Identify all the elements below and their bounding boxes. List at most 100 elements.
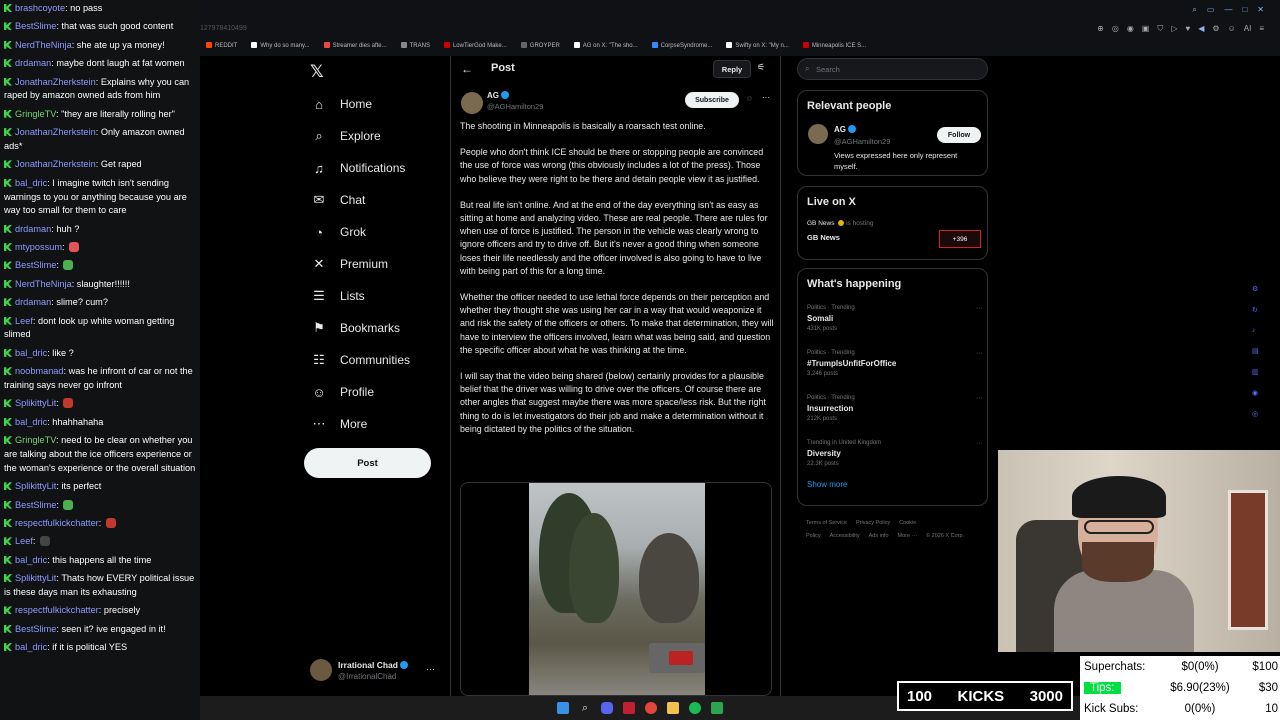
chat-username[interactable]: JonathanZherkstein: [15, 77, 96, 87]
more-options-icon[interactable]: ···: [976, 395, 983, 402]
bookmark-item[interactable]: GROYPER: [520, 41, 560, 49]
chat-username[interactable]: JonathanZherkstein: [15, 127, 96, 137]
search-icon[interactable]: ⌕: [579, 702, 591, 714]
bookmark-item[interactable]: Why do so many...: [251, 41, 310, 49]
video-thumbnail[interactable]: [529, 483, 705, 695]
author-handle[interactable]: @AGHamilton29: [487, 102, 543, 111]
back-arrow-icon[interactable]: ←: [461, 62, 473, 76]
nav-item-notifications[interactable]: ♫ Notifications: [310, 158, 405, 178]
bell-icon[interactable]: ♪: [1252, 327, 1266, 334]
trend-item[interactable]: Politics · Trending Somali 431K posts ···: [807, 305, 983, 332]
sound-icon[interactable]: ◀: [1198, 24, 1204, 34]
bookmark-item[interactable]: REDDIT: [206, 41, 237, 49]
start-icon[interactable]: [557, 702, 569, 714]
profile-icon[interactable]: ☺: [1228, 24, 1236, 34]
account-switcher[interactable]: Irrational Chad @IrrationalChad ···: [310, 656, 445, 686]
shield-icon[interactable]: ⛉: [1157, 24, 1163, 34]
chat-username[interactable]: NerdTheNinja: [15, 279, 72, 289]
chat-icon[interactable]: ▤: [1252, 347, 1266, 355]
live-stream-title[interactable]: GB News: [807, 233, 840, 242]
more-options-icon[interactable]: ···: [976, 350, 983, 357]
chat-username[interactable]: SplikittyLit: [15, 398, 56, 408]
nav-item-lists[interactable]: ☰ Lists: [310, 286, 365, 306]
folder-icon[interactable]: [667, 702, 679, 714]
chat-username[interactable]: brashcoyote: [15, 3, 65, 13]
chat-username[interactable]: drdaman: [15, 224, 51, 234]
more-options-icon[interactable]: ···: [426, 664, 435, 674]
chat-username[interactable]: bal_dric: [15, 417, 47, 427]
post-button[interactable]: Post: [304, 448, 431, 478]
host-name[interactable]: GB News: [807, 220, 834, 227]
author-avatar[interactable]: [461, 92, 483, 114]
play-icon[interactable]: ▷: [1171, 24, 1177, 34]
refresh-icon[interactable]: ↻: [1252, 306, 1266, 314]
chat-username[interactable]: BestSlime: [15, 624, 56, 634]
spotify-icon[interactable]: [689, 702, 701, 714]
trend-item[interactable]: Trending in United Kingdom Diversity 22.3K…: [807, 440, 983, 467]
eye-icon[interactable]: ◉: [1127, 24, 1134, 34]
ai-button[interactable]: AI: [1244, 24, 1252, 34]
messenger-icon[interactable]: ◉: [1252, 389, 1266, 397]
footer-link[interactable]: Ads info: [869, 533, 889, 539]
footer-link[interactable]: Terms of Service: [806, 520, 847, 526]
tab-icon[interactable]: ▣: [1142, 24, 1150, 34]
nav-item-bookmarks[interactable]: ⚑ Bookmarks: [310, 318, 400, 338]
heart-icon[interactable]: ♥: [1186, 24, 1191, 34]
bookmark-item[interactable]: LowTierGod Make...: [443, 41, 507, 49]
menu-icon[interactable]: ≡: [1259, 24, 1264, 34]
follow-button[interactable]: Follow: [937, 127, 981, 143]
chat-username[interactable]: respectfulkickchatter: [15, 605, 99, 615]
instagram-icon[interactable]: ◎: [1252, 410, 1266, 418]
twitch-icon[interactable]: ▥: [1252, 368, 1266, 376]
trend-item[interactable]: Politics · Trending Insurrection 212K post…: [807, 395, 983, 422]
chat-username[interactable]: drdaman: [15, 58, 51, 68]
maximize-icon[interactable]: □: [1242, 5, 1247, 15]
person-handle[interactable]: @AGHamilton29: [834, 137, 890, 146]
person-name[interactable]: AG: [834, 125, 846, 134]
nav-item-home[interactable]: ⌂ Home: [310, 94, 372, 114]
settings-icon[interactable]: ⚙: [1252, 285, 1266, 293]
extension-icon[interactable]: ⚙: [1212, 24, 1219, 34]
author-name[interactable]: AG: [487, 91, 499, 100]
bookmark-item[interactable]: TRANS: [400, 41, 430, 49]
nav-item-profile[interactable]: ☺ Profile: [310, 382, 374, 402]
chat-username[interactable]: respectfulkickchatter: [15, 518, 99, 528]
chat-username[interactable]: GringleTV: [15, 435, 56, 445]
obs-icon[interactable]: [623, 702, 635, 714]
chat-username[interactable]: SplikittyLit: [15, 481, 56, 491]
chat-username[interactable]: GringleTV: [15, 109, 56, 119]
reader-icon[interactable]: ◎: [1112, 24, 1119, 34]
chat-username[interactable]: bal_dric: [15, 642, 47, 652]
listener-count-badge[interactable]: +396: [939, 230, 981, 248]
chat-username[interactable]: mtypossum: [15, 242, 62, 252]
footer-link[interactable]: Accessibility: [830, 533, 860, 539]
footer-link[interactable]: More ···: [898, 533, 918, 539]
search-input[interactable]: ⌕ Search: [797, 58, 988, 80]
chat-username[interactable]: Leef: [15, 316, 33, 326]
nav-item-communities[interactable]: ☷ Communities: [310, 350, 410, 370]
zoom-icon[interactable]: ⊕: [1097, 24, 1104, 34]
nav-item-more[interactable]: ⋯ More: [310, 414, 368, 434]
bookmark-item[interactable]: Minneapolis ICE S...: [802, 41, 866, 49]
bookmark-item[interactable]: Swifty on X: "My n...: [726, 41, 789, 49]
avatar[interactable]: [808, 124, 828, 144]
nav-item-grok[interactable]: ◔ Grok: [310, 222, 366, 242]
chat-username[interactable]: BestSlime: [15, 21, 56, 31]
chat-username[interactable]: NerdTheNinja: [15, 40, 72, 50]
minimize-icon[interactable]: —: [1224, 5, 1232, 15]
nav-item-explore[interactable]: ⌕ Explore: [310, 126, 380, 146]
show-more-link[interactable]: Show more: [807, 480, 847, 489]
chat-username[interactable]: BestSlime: [15, 500, 56, 510]
chat-username[interactable]: BestSlime: [15, 260, 56, 270]
sliders-icon[interactable]: ⚟: [757, 62, 765, 73]
chat-username[interactable]: bal_dric: [15, 178, 47, 188]
restore-icon[interactable]: ▭: [1207, 5, 1215, 15]
bookmark-item[interactable]: Streamer dies afte...: [323, 41, 387, 49]
reply-button[interactable]: Reply: [713, 60, 751, 78]
close-icon[interactable]: ✕: [1257, 5, 1264, 15]
xbox-icon[interactable]: [711, 702, 723, 714]
footer-link[interactable]: © 2026 X Corp.: [926, 533, 964, 539]
more-options-icon[interactable]: ···: [976, 305, 983, 312]
chat-username[interactable]: JonathanZherkstein: [15, 159, 96, 169]
subscribe-button[interactable]: Subscribe: [685, 92, 739, 108]
